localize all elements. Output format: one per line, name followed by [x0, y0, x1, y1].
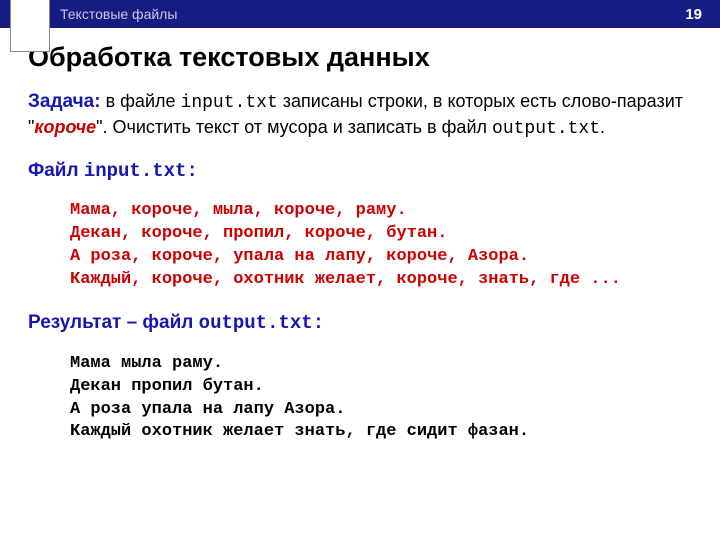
input-code-block: Мама, короче, мыла, короче, раму. Декан,…: [70, 200, 692, 292]
breadcrumb: Текстовые файлы: [60, 6, 177, 22]
input-line: Декан, короче, пропил, короче, бутан.: [70, 223, 692, 246]
output-line: А роза упала на лапу Азора.: [70, 399, 692, 422]
tab-decoration: [10, 0, 50, 52]
output-line: Декан пропил бутан.: [70, 376, 692, 399]
output-heading: Результат – файл output.txt:: [28, 310, 692, 337]
input-line: Каждый, короче, охотник желает, короче, …: [70, 269, 692, 292]
output-line: Мама мыла раму.: [70, 353, 692, 376]
task-text-1: в файле: [101, 91, 181, 111]
task-paragraph: Задача: в файле input.txt записаны строк…: [28, 89, 692, 142]
task-file2: output.txt: [492, 119, 600, 139]
parasite-word: короче: [34, 117, 96, 137]
content-area: Обработка текстовых данных Задача: в фай…: [0, 28, 720, 444]
output-label: Результат – файл: [28, 312, 199, 333]
input-filename: input.txt: [84, 160, 187, 182]
task-text-end: .: [600, 117, 605, 137]
output-code-block: Мама мыла раму. Декан пропил бутан. А ро…: [70, 353, 692, 445]
task-text-3: ". Очистить текст от мусора и записать в…: [96, 117, 492, 137]
input-colon: :: [186, 160, 197, 182]
task-label: Задача:: [28, 91, 101, 112]
input-label: Файл: [28, 160, 84, 181]
task-file1: input.txt: [181, 93, 278, 113]
input-line: Мама, короче, мыла, короче, раму.: [70, 200, 692, 223]
output-colon: :: [313, 312, 324, 334]
slide-title: Обработка текстовых данных: [28, 42, 692, 73]
slide: Текстовые файлы 19 Обработка текстовых д…: [0, 0, 720, 540]
header-bar: Текстовые файлы 19: [0, 0, 720, 28]
page-number: 19: [685, 6, 702, 23]
input-line: А роза, короче, упала на лапу, короче, А…: [70, 246, 692, 269]
output-filename: output.txt: [199, 312, 313, 334]
input-heading: Файл input.txt:: [28, 158, 692, 185]
output-line: Каждый охотник желает знать, где сидит ф…: [70, 421, 692, 444]
